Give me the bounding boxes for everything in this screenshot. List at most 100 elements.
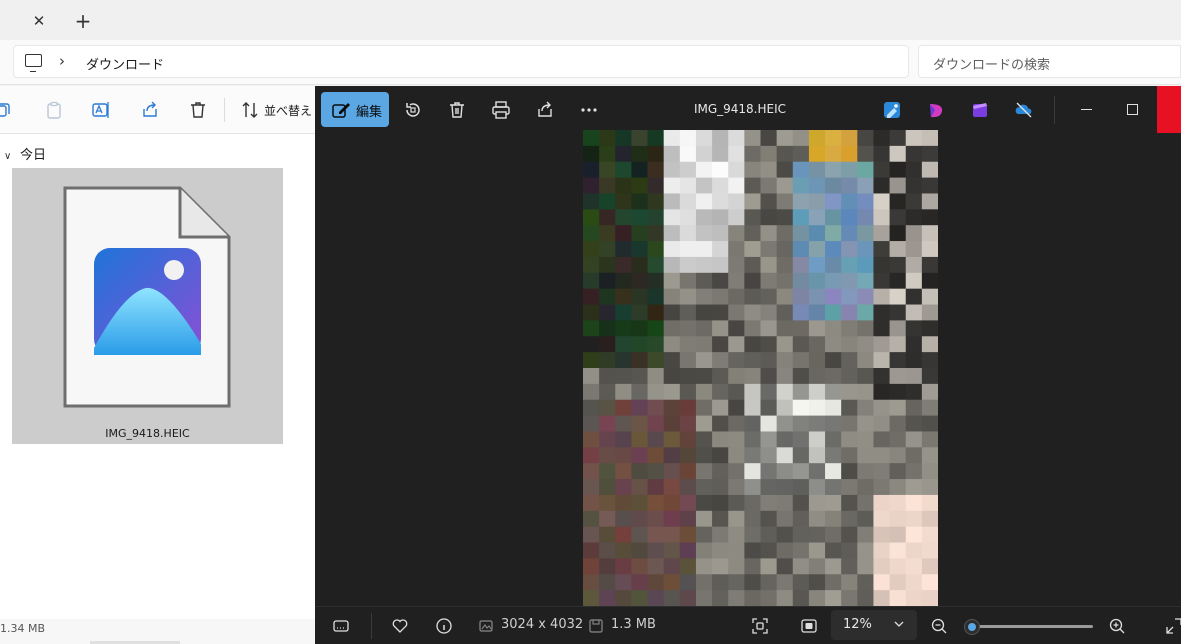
photo-pixel: [841, 225, 858, 242]
photo-pixel: [792, 574, 810, 591]
photo-pixel: [921, 225, 938, 242]
photo-pixel: [841, 209, 858, 226]
photo-pixel: [728, 558, 745, 575]
photo-pixel: [889, 225, 907, 242]
photo-pixel: [873, 225, 891, 242]
designer-icon[interactable]: [926, 100, 946, 120]
photo-pixel: [679, 352, 697, 369]
sort-icon[interactable]: [240, 100, 260, 120]
delete-icon[interactable]: [188, 100, 208, 120]
fullscreen-icon[interactable]: [1165, 617, 1181, 635]
fit-to-screen-icon[interactable]: [751, 617, 769, 635]
breadcrumb-downloads[interactable]: ダウンロード: [86, 54, 164, 73]
share-icon[interactable]: [535, 100, 555, 120]
photo-canvas[interactable]: [583, 130, 938, 606]
photo-pixel: [776, 209, 794, 226]
photo-pixel: [808, 368, 826, 385]
sort-button[interactable]: 並べ替え: [264, 102, 312, 119]
copy-icon[interactable]: [0, 100, 13, 120]
close-button[interactable]: [1157, 86, 1181, 133]
maximize-button[interactable]: [1127, 104, 1138, 115]
photo-pixel: [889, 130, 907, 147]
breadcrumb-chevron[interactable]: ›: [59, 52, 65, 70]
photo-pixel: [583, 590, 600, 606]
photo-pixel: [663, 145, 681, 163]
photo-pixel: [728, 463, 745, 480]
photo-pixel: [728, 193, 745, 210]
photo-pixel: [905, 352, 923, 369]
clipchamp-icon[interactable]: [970, 100, 990, 120]
photo-pixel: [615, 526, 633, 544]
more-options-icon[interactable]: [579, 100, 599, 120]
minimize-button[interactable]: [1081, 109, 1092, 110]
photo-pixel: [873, 209, 891, 226]
photo-pixel: [728, 383, 745, 401]
tab-close-button[interactable]: ✕: [29, 11, 49, 31]
photo-pixel: [695, 510, 713, 528]
photo-pixel: [728, 336, 745, 353]
photo-pixel: [921, 447, 938, 464]
file-item[interactable]: IMG_9418.HEIC: [12, 168, 283, 444]
photo-pixel: [695, 272, 713, 290]
photo-pixel: [792, 447, 810, 464]
photo-pixel: [825, 558, 842, 575]
photo-pixel: [583, 463, 600, 480]
zoom-out-icon[interactable]: [930, 617, 948, 635]
onedrive-off-icon[interactable]: [1014, 100, 1034, 120]
photo-pixel: [841, 145, 858, 163]
paste-icon[interactable]: [44, 100, 64, 120]
photo-pixel: [679, 542, 697, 559]
photo-pixel: [679, 399, 697, 417]
photo-pixel: [712, 463, 729, 480]
photo-pixel: [663, 463, 681, 480]
group-header-today[interactable]: ∨ 今日: [4, 144, 46, 163]
rotate-icon[interactable]: [403, 100, 423, 120]
favorite-heart-icon[interactable]: [391, 617, 409, 635]
image-editor-icon[interactable]: [882, 100, 902, 120]
photo-pixel: [631, 399, 649, 417]
photo-pixel: [873, 288, 891, 306]
edit-button[interactable]: 編集: [321, 92, 389, 127]
photo-pixel: [631, 161, 649, 179]
zoom-in-icon[interactable]: [1108, 617, 1126, 635]
actual-size-icon[interactable]: [800, 617, 818, 635]
photo-pixel: [905, 161, 923, 179]
photo-pixel: [905, 526, 923, 544]
photo-pixel: [889, 542, 907, 559]
photo-pixel: [679, 494, 697, 512]
search-input[interactable]: ダウンロードの検索: [918, 45, 1181, 78]
rename-icon[interactable]: [91, 100, 111, 120]
photo-pixel: [615, 383, 633, 401]
photo-pixel: [663, 209, 681, 226]
share-icon[interactable]: [140, 100, 160, 120]
photo-pixel: [825, 510, 842, 528]
photo-pixel: [808, 574, 826, 591]
new-tab-button[interactable]: +: [73, 10, 93, 32]
photo-pixel: [889, 494, 907, 512]
this-pc-icon[interactable]: [25, 54, 42, 72]
photo-pixel: [792, 256, 810, 274]
photo-pixel: [599, 352, 616, 369]
info-icon[interactable]: [435, 617, 453, 635]
photo-pixel: [663, 526, 681, 544]
photo-pixel: [599, 463, 616, 480]
photo-pixel: [776, 415, 794, 433]
photo-pixel: [825, 177, 842, 195]
zoom-slider-thumb[interactable]: [964, 619, 980, 635]
photo-pixel: [583, 145, 600, 163]
photo-pixel: [841, 431, 858, 448]
zoom-slider-track[interactable]: [971, 625, 1093, 628]
zoom-dropdown[interactable]: 12%: [831, 610, 917, 640]
delete-icon[interactable]: [447, 100, 467, 120]
photo-pixel: [792, 479, 810, 496]
photo-pixel: [921, 288, 938, 306]
print-icon[interactable]: [491, 100, 511, 120]
photo-pixel: [841, 336, 858, 353]
photo-pixel: [776, 145, 794, 163]
filmstrip-icon[interactable]: [332, 617, 350, 635]
address-bar: › ダウンロード ダウンロードの検索: [0, 40, 1181, 85]
photo-pixel: [921, 352, 938, 369]
photo-pixel: [792, 463, 810, 480]
photo-pixel: [647, 590, 665, 606]
address-field[interactable]: › ダウンロード: [13, 45, 909, 78]
